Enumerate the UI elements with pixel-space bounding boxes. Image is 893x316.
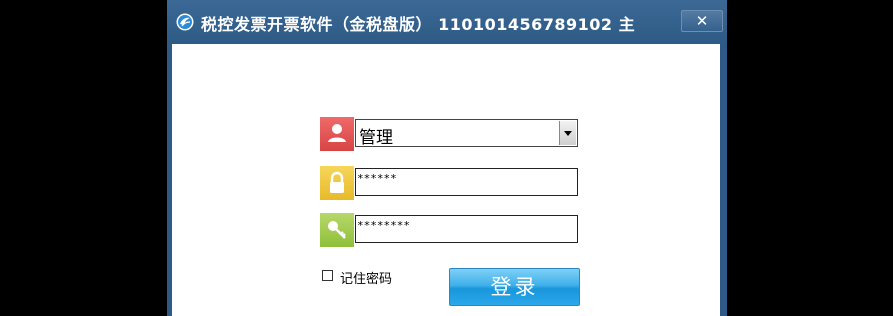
user-select[interactable]: 管理 [355,119,578,148]
close-icon: ✕ [695,12,709,30]
title-bar[interactable]: 税控发票开票软件（金税盘版） 110101456789102 主 ✕ [167,0,727,44]
window-title: 税控发票开票软件（金税盘版） 110101456789102 主 [201,15,636,34]
remember-checkbox[interactable] [322,270,333,281]
login-panel: 管理 ****** ******** 记住密码 登录 [172,44,720,316]
user-row: 管理 [320,117,580,151]
app-logo-icon [176,13,194,31]
lock-icon [320,166,354,200]
close-button[interactable]: ✕ [681,10,723,32]
chevron-down-icon[interactable] [559,121,576,145]
login-button[interactable]: 登录 [449,268,580,306]
login-window: 税控发票开票软件（金税盘版） 110101456789102 主 ✕ 管理 **… [167,0,727,316]
cert-password-field[interactable]: ******** [355,215,578,243]
cert-password-row: ******** [320,213,580,247]
password-row: ****** [320,166,580,200]
password-field[interactable]: ****** [355,168,578,196]
user-icon [320,117,354,151]
user-select-value: 管理 [359,128,393,148]
remember-label: 记住密码 [340,272,393,287]
key-icon [320,213,354,247]
